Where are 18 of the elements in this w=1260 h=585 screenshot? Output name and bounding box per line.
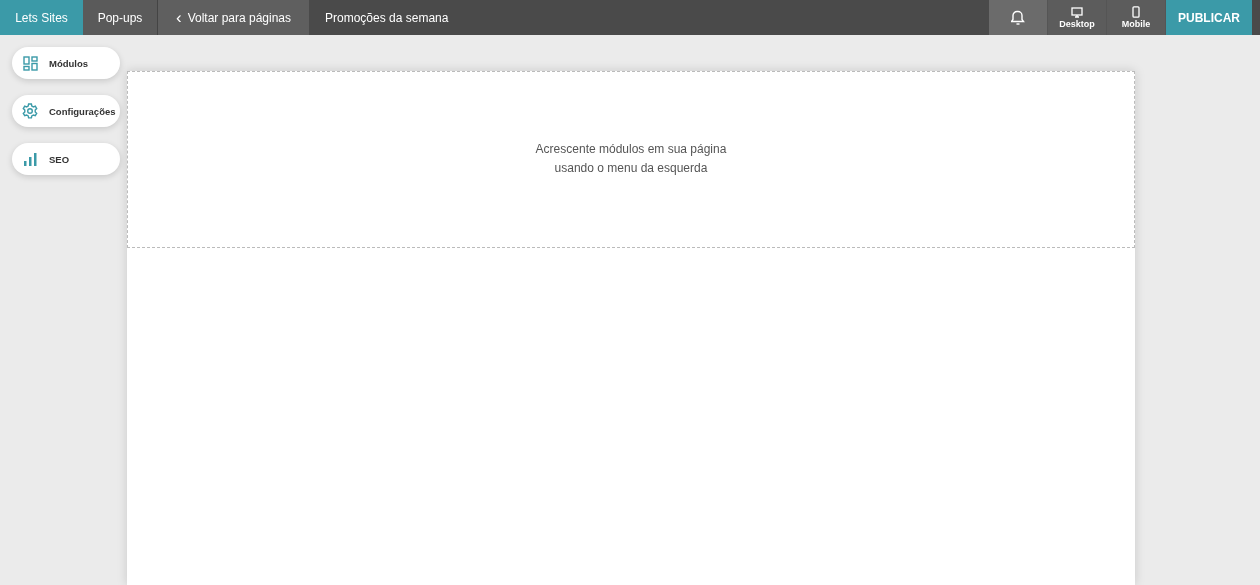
nav-tab[interactable]: Pop-ups bbox=[83, 0, 158, 35]
modules-icon bbox=[22, 55, 38, 71]
sidebar-item[interactable]: SEO bbox=[12, 143, 120, 175]
phone-icon bbox=[1132, 6, 1140, 18]
sidebar-item[interactable]: Módulos bbox=[12, 47, 120, 79]
back-button[interactable]: ‹ Voltar para páginas bbox=[158, 0, 309, 35]
chevron-left-icon: ‹ bbox=[175, 11, 182, 24]
bell-icon bbox=[1011, 9, 1025, 26]
hint-text: Acrescente módulos em sua página bbox=[535, 142, 727, 156]
notifications-button[interactable] bbox=[989, 0, 1048, 35]
monitor-icon bbox=[1071, 6, 1083, 18]
mobile-view-button[interactable]: Mobile bbox=[1107, 0, 1166, 35]
page-title: Promoções da semana bbox=[324, 9, 449, 27]
settings-icon bbox=[22, 103, 38, 119]
sidebar-item[interactable]: Configurações bbox=[12, 95, 120, 127]
bar-chart-icon bbox=[23, 152, 37, 166]
desktop-view-button[interactable]: Desktop bbox=[1048, 0, 1107, 35]
hint-text: usando o menu da esquerda bbox=[554, 161, 708, 175]
